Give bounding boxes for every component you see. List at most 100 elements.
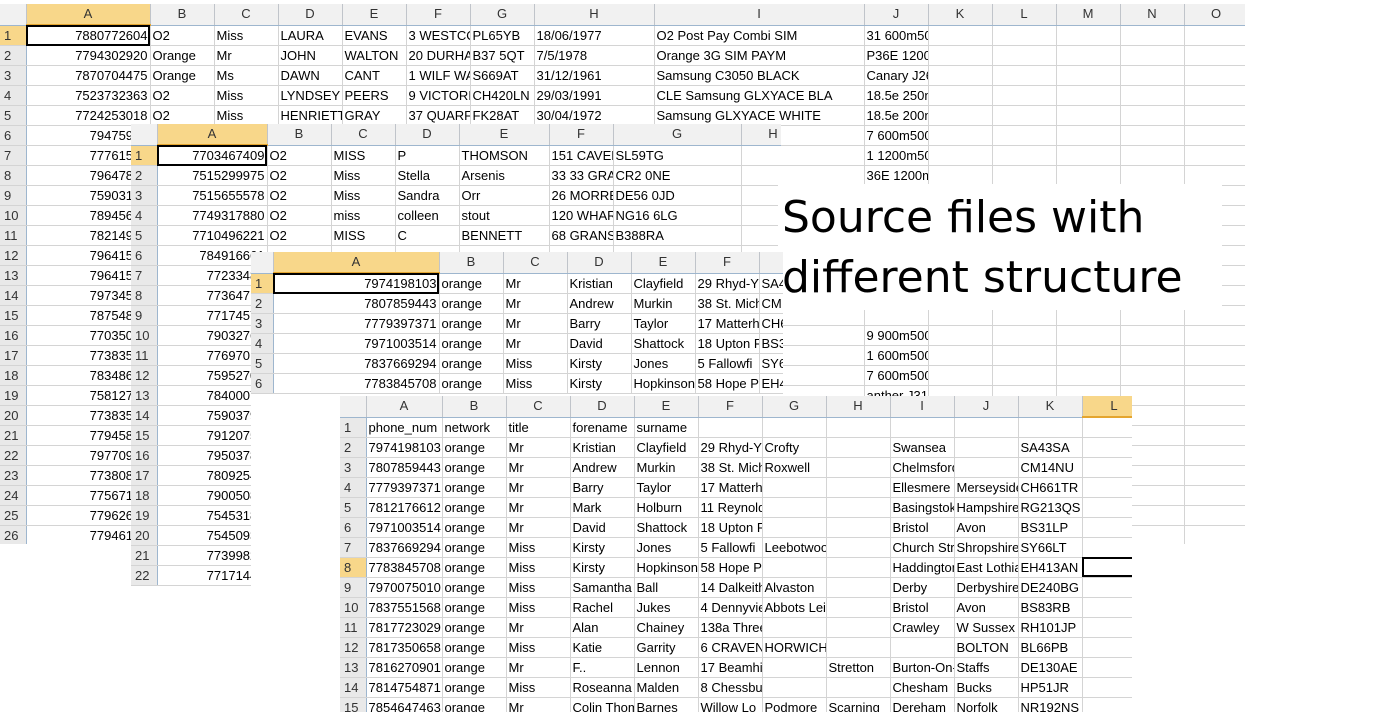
cell-o26[interactable] [1184, 525, 1245, 544]
cell-d5[interactable]: Mark [570, 497, 635, 518]
cell-g5[interactable] [762, 497, 827, 518]
cell-g9[interactable]: Alvaston [762, 577, 827, 598]
row-header[interactable]: 6 [0, 125, 27, 146]
cell-n4[interactable] [1120, 85, 1185, 106]
cell-c3[interactable]: Miss [331, 185, 396, 206]
cell-b4[interactable]: orange [442, 477, 507, 498]
cell-j6[interactable]: 7 600m500onUnltx500mb1MSU [864, 125, 929, 146]
cell-c2[interactable]: Mr [506, 437, 571, 458]
cell-a6[interactable]: 7971003514 [366, 517, 443, 538]
cell-o5[interactable] [1184, 105, 1245, 126]
cell-l18[interactable] [992, 365, 1057, 386]
column-header-g[interactable]: G [613, 124, 742, 146]
cell-d6[interactable]: Kirsty [567, 373, 632, 394]
column-header-i[interactable]: I [654, 4, 865, 26]
cell-h12[interactable] [826, 637, 891, 658]
cell-l1[interactable] [1082, 417, 1132, 438]
cell-h15[interactable]: Scarning [826, 697, 891, 712]
column-header-j[interactable]: J [864, 4, 929, 26]
cell-g3[interactable]: CH6 [759, 313, 783, 334]
cell-b1[interactable]: orange [439, 273, 504, 294]
cell-g5[interactable]: SY66LT [759, 353, 783, 374]
cell-l16[interactable] [992, 325, 1057, 346]
cell-l7[interactable] [1082, 537, 1132, 558]
cell-h2[interactable] [826, 437, 891, 458]
cell-f2[interactable]: 33 33 GRANGE [549, 165, 614, 186]
cell-d4[interactable]: Barry [570, 477, 635, 498]
cell-k15[interactable]: NR192NS [1018, 697, 1083, 712]
column-header-f[interactable]: F [549, 124, 614, 146]
column-header-e[interactable]: E [459, 124, 550, 146]
cell-g2[interactable]: Crofty [762, 437, 827, 458]
row-header[interactable]: 1 [0, 25, 27, 46]
cell-d6[interactable]: David [570, 517, 635, 538]
cell-b13[interactable]: orange [442, 657, 507, 678]
column-header-l[interactable]: L [1082, 396, 1132, 418]
cell-o19[interactable] [1184, 385, 1245, 406]
cell-n7[interactable] [1120, 145, 1185, 166]
cell-b5[interactable]: O2 [150, 105, 215, 126]
row-header[interactable]: 20 [0, 405, 27, 426]
cell-i9[interactable]: Derby [890, 577, 955, 598]
column-header-b[interactable]: B [442, 396, 507, 418]
cell-o22[interactable] [1184, 445, 1245, 466]
row-header[interactable]: 5 [251, 353, 274, 374]
cell-l5[interactable] [1082, 497, 1132, 518]
cell-j4[interactable]: Merseyside [954, 477, 1019, 498]
row-header[interactable]: 14 [131, 405, 158, 426]
row-header[interactable]: 14 [0, 285, 27, 306]
cell-a7[interactable]: 7837669294 [366, 537, 443, 558]
cell-f4[interactable]: 120 WHARF R [549, 205, 614, 226]
cell-e5[interactable]: GRAY [342, 105, 407, 126]
cell-o8[interactable] [1184, 165, 1245, 186]
cell-i1[interactable] [890, 417, 955, 438]
cell-c8[interactable]: Miss [506, 557, 571, 578]
cell-e6[interactable]: Hopkinson [631, 373, 696, 394]
cell-g3[interactable]: DE56 0JD [613, 185, 742, 206]
cell-a6[interactable]: 7783845708 [273, 373, 440, 394]
row-header[interactable]: 19 [0, 385, 27, 406]
cell-k6[interactable]: BS31LP [1018, 517, 1083, 538]
cell-e1[interactable]: EVANS [342, 25, 407, 46]
cell-b4[interactable]: orange [439, 333, 504, 354]
cell-j12[interactable]: BOLTON [954, 637, 1019, 658]
cell-b6[interactable]: orange [439, 373, 504, 394]
column-header-f[interactable]: F [406, 4, 471, 26]
cell-g13[interactable] [762, 657, 827, 678]
cell-h7[interactable] [826, 537, 891, 558]
cell-j11[interactable]: W Sussex [954, 617, 1019, 638]
cell-b3[interactable]: O2 [267, 185, 332, 206]
cell-i13[interactable]: Burton-On-Trent [890, 657, 955, 678]
row-header[interactable]: 13 [0, 265, 27, 286]
cell-f3[interactable]: 38 St. Mich [698, 457, 763, 478]
cell-k7[interactable] [928, 145, 993, 166]
row-header[interactable]: 21 [131, 545, 158, 566]
cell-f6[interactable]: 18 Upton Road [698, 517, 763, 538]
cell-f4[interactable]: 18 Upton R [695, 333, 760, 354]
cell-c1[interactable]: Miss [214, 25, 279, 46]
cell-j5[interactable]: Hampshire [954, 497, 1019, 518]
cell-h1[interactable] [826, 417, 891, 438]
cell-g15[interactable]: Podmore [762, 697, 827, 712]
row-header[interactable]: 19 [131, 505, 158, 526]
cell-a11[interactable]: 7817723029 [366, 617, 443, 638]
cell-h1[interactable] [741, 145, 781, 166]
cell-e14[interactable]: Malden [634, 677, 699, 698]
cell-e2[interactable]: Arsenis [459, 165, 550, 186]
column-header-o[interactable]: O [1184, 4, 1245, 26]
cell-f1[interactable]: 151 CAVENDIS [549, 145, 614, 166]
cell-c3[interactable]: Mr [503, 313, 568, 334]
cell-l1[interactable] [992, 25, 1057, 46]
row-header[interactable]: 12 [0, 245, 27, 266]
cell-n17[interactable] [1120, 345, 1185, 366]
cell-a2[interactable]: 7515299975 [157, 165, 268, 186]
cell-a3[interactable]: 7515655578 [157, 185, 268, 206]
cell-h4[interactable] [826, 477, 891, 498]
cell-c2[interactable]: Mr [214, 45, 279, 66]
cell-f3[interactable]: 26 MORRELL W [549, 185, 614, 206]
cell-b4[interactable]: O2 [150, 85, 215, 106]
cell-l8[interactable] [992, 165, 1057, 186]
cell-i15[interactable]: Dereham [890, 697, 955, 712]
cell-k18[interactable] [928, 365, 993, 386]
cell-e3[interactable]: Taylor [631, 313, 696, 334]
